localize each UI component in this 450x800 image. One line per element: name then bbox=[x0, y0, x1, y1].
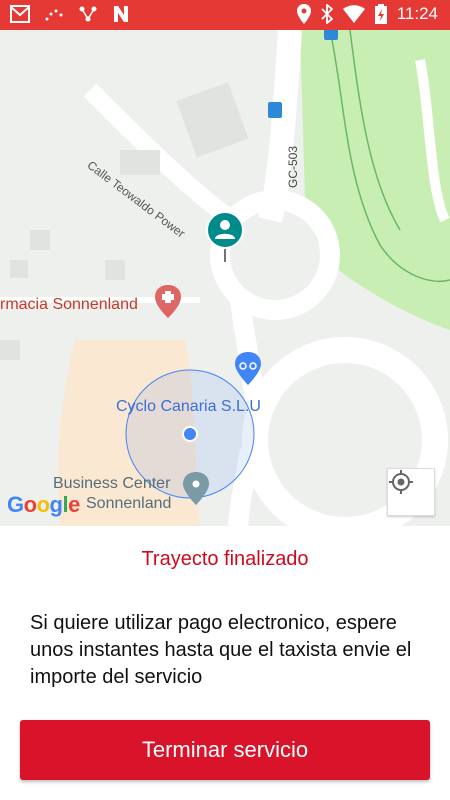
status-clock: 11:24 bbox=[396, 4, 438, 23]
building bbox=[30, 230, 50, 250]
building bbox=[120, 150, 160, 175]
bus-stop-icon bbox=[324, 30, 338, 40]
building bbox=[176, 82, 249, 158]
battery-charging-icon bbox=[374, 4, 387, 24]
my-location-button[interactable] bbox=[387, 468, 435, 516]
n-icon bbox=[114, 6, 128, 22]
building bbox=[105, 260, 125, 280]
share-icon bbox=[79, 6, 97, 22]
pharmacy-label: rmacia Sonnenland bbox=[0, 296, 138, 313]
crosshair-icon bbox=[389, 470, 413, 494]
trip-status-title: Trayecto finalizado bbox=[141, 548, 309, 570]
business-label-line1: Business Center bbox=[53, 475, 171, 492]
pharmacy-cross bbox=[162, 294, 174, 300]
building bbox=[10, 260, 28, 278]
building bbox=[0, 340, 20, 360]
status-bar: 11:24 bbox=[0, 0, 450, 30]
gmail-icon bbox=[10, 5, 30, 23]
current-location-dot bbox=[182, 426, 198, 442]
payment-info-text: Si quiere utilizar pago electronico, esp… bbox=[30, 612, 412, 688]
map-view[interactable]: Calle Teowaldo Power GC-503 rmacia Sonne… bbox=[0, 30, 450, 526]
dots-icon bbox=[45, 9, 63, 21]
google-logo: Google bbox=[7, 492, 80, 517]
finish-service-button[interactable]: Terminar servicio bbox=[20, 720, 430, 780]
wifi-icon bbox=[342, 5, 365, 23]
location-icon bbox=[296, 4, 311, 24]
bluetooth-icon bbox=[321, 4, 333, 24]
bike-shop-label: Cyclo Canaria S.L.U bbox=[116, 398, 261, 415]
map-canvas bbox=[0, 30, 450, 526]
bus-stop-icon bbox=[268, 102, 282, 118]
road-label: GC-503 bbox=[286, 145, 300, 188]
business-label-line2: Sonnenland bbox=[86, 495, 172, 512]
